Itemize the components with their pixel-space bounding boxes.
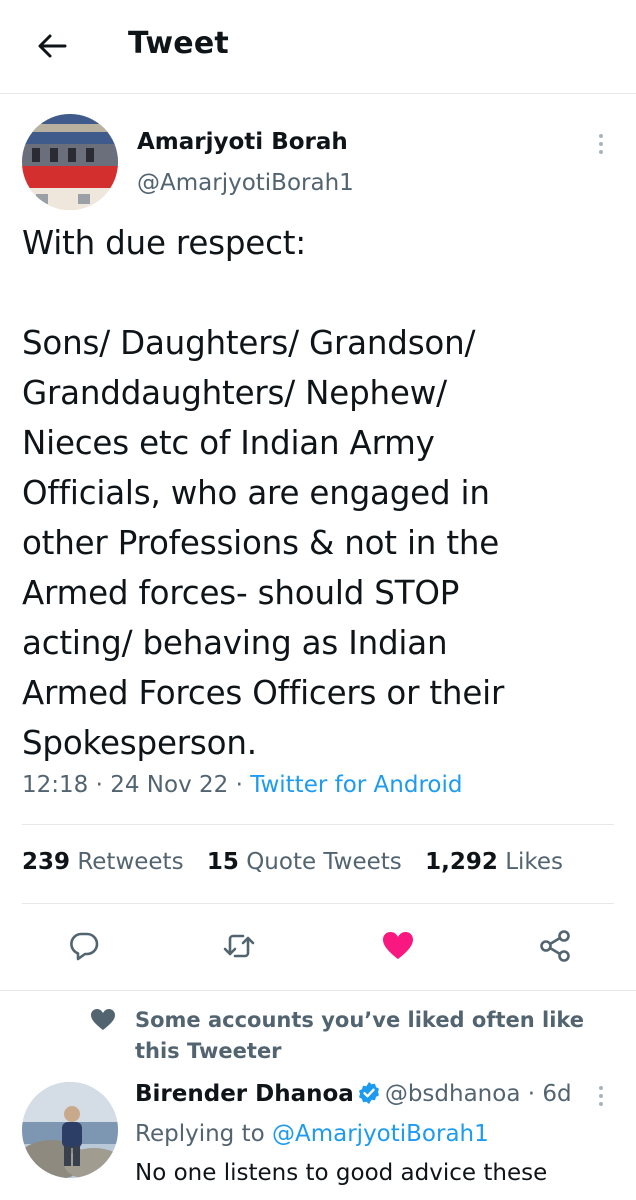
tweet-meta: 12:18 · 24 Nov 22 · Twitter for Android — [22, 772, 462, 798]
reply-header: Birender Dhanoa @bsdhanoa · 6d — [135, 1081, 572, 1107]
retweets-label: Retweets — [77, 849, 184, 875]
reply-icon — [70, 932, 99, 961]
retweets-count: 239 — [22, 849, 71, 875]
meta-separator: · — [228, 772, 251, 798]
verified-badge-icon — [358, 1082, 379, 1104]
heart-icon — [383, 932, 413, 959]
tweet-time: 12:18 — [22, 772, 89, 798]
top-bar: Tweet — [0, 0, 636, 94]
tweet-stats: 239 Retweets 15 Quote Tweets 1,292 Likes — [22, 849, 563, 875]
more-dot — [599, 150, 603, 154]
reply-more-options-button[interactable] — [588, 1082, 614, 1110]
more-dot — [599, 1102, 603, 1106]
divider — [22, 903, 614, 904]
page-title: Tweet — [128, 26, 229, 61]
reply-author-avatar[interactable] — [22, 1082, 118, 1178]
quotes-label: Quote Tweets — [246, 849, 402, 875]
author-name[interactable]: Amarjyoti Borah — [137, 129, 348, 155]
divider — [22, 824, 614, 825]
more-vertical-icon — [599, 134, 603, 138]
tweet-date: 24 Nov 22 — [110, 772, 229, 798]
author-handle[interactable]: @AmarjyotiBorah1 — [137, 170, 354, 196]
reply-time[interactable]: 6d — [542, 1081, 571, 1107]
reply-author-name[interactable]: Birender Dhanoa — [135, 1081, 354, 1107]
quotes-count: 15 — [206, 849, 239, 875]
retweets-stat[interactable]: 239 Retweets — [22, 849, 184, 875]
more-vertical-icon — [599, 1086, 603, 1090]
likes-stat[interactable]: 1,292 Likes — [425, 849, 563, 875]
conference-photo-avatar-image — [22, 114, 118, 210]
likes-label: Likes — [505, 849, 564, 875]
share-button[interactable] — [533, 924, 577, 968]
more-dot — [599, 1094, 603, 1098]
more-dot — [599, 142, 603, 146]
retweet-icon — [223, 934, 255, 958]
section-divider — [0, 990, 636, 991]
author-avatar[interactable] — [22, 114, 118, 210]
replying-prefix: Replying to — [135, 1121, 265, 1147]
like-button[interactable] — [376, 924, 420, 968]
replying-to-mention[interactable]: @AmarjyotiBorah1 — [272, 1121, 489, 1147]
tweet-source-link[interactable]: Twitter for Android — [250, 772, 462, 798]
quote-tweets-stat[interactable]: 15 Quote Tweets — [207, 849, 402, 875]
replying-to-line: Replying to @AmarjyotiBorah1 — [135, 1121, 489, 1147]
reply-dot: · — [520, 1081, 543, 1107]
retweet-button[interactable] — [217, 924, 261, 968]
reply-button[interactable] — [62, 924, 106, 968]
back-button[interactable] — [30, 24, 74, 68]
arrow-left-icon — [38, 34, 67, 58]
reply-author-handle[interactable]: @bsdhanoa — [385, 1081, 521, 1107]
heart-icon — [91, 1009, 115, 1030]
likes-count: 1,292 — [425, 849, 498, 875]
social-context-text: Some accounts you’ve liked often like th… — [135, 1008, 585, 1063]
person-photo-avatar-image — [22, 1082, 118, 1178]
reply-text: No one listens to good advice these — [135, 1160, 548, 1186]
share-icon — [540, 930, 570, 962]
tweet-text: With due respect: Sons/ Daughters/ Grand… — [22, 224, 505, 762]
meta-separator: · — [88, 772, 111, 798]
more-options-button[interactable] — [588, 128, 614, 160]
